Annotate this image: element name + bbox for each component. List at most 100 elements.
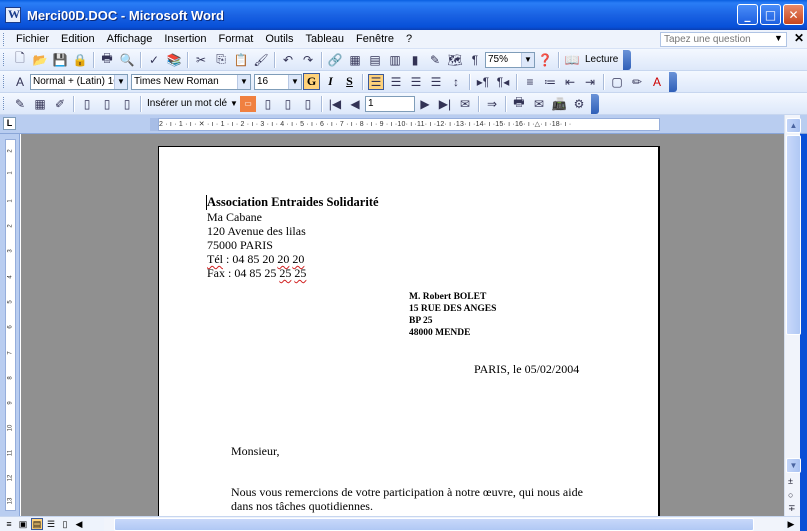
outline-view-icon[interactable]: ☰ xyxy=(45,518,57,530)
chevron-down-icon[interactable]: ▼ xyxy=(521,52,534,67)
reading-mode-icon[interactable]: 📖 xyxy=(564,52,580,68)
rtl-icon[interactable]: ¶◂ xyxy=(495,74,511,90)
insert-excel-icon[interactable]: ▥ xyxy=(387,52,403,68)
numbering-icon[interactable]: ≡ xyxy=(522,74,538,90)
chevron-down-icon[interactable]: ▼ xyxy=(237,74,250,89)
page-setup-icon[interactable]: ▯ xyxy=(99,96,115,112)
bullets-icon[interactable]: ≔ xyxy=(542,74,558,90)
last-page-icon[interactable]: ▶| xyxy=(437,96,453,112)
redo-icon[interactable]: ↷ xyxy=(300,52,316,68)
web-view-icon[interactable]: ▣ xyxy=(17,518,29,530)
reading-mode-button[interactable]: Lecture xyxy=(582,54,621,65)
line-spacing-icon[interactable]: ↕ xyxy=(448,74,464,90)
chevron-down-icon[interactable]: ▼ xyxy=(230,99,238,108)
vertical-ruler[interactable]: 2 1 1 2 3 4 5 6 7 8 9 10 11 12 13 xyxy=(5,139,16,511)
align-center-icon[interactable]: ☰ xyxy=(388,74,404,90)
page-icon[interactable]: ▯ xyxy=(79,96,95,112)
save-icon[interactable]: 💾 xyxy=(52,52,68,68)
draw-icon[interactable]: ✎ xyxy=(12,96,28,112)
toolbar-grip[interactable] xyxy=(3,75,6,88)
insert-autotext-button[interactable]: Insérer un mot clé xyxy=(144,98,230,109)
paste-icon[interactable]: 📋 xyxy=(233,52,249,68)
menu-grip[interactable] xyxy=(3,32,6,46)
font-size-select[interactable]: 16 ▼ xyxy=(254,73,302,90)
chevron-down-icon[interactable]: ▼ xyxy=(114,74,127,89)
edit-icon[interactable]: ✐ xyxy=(52,96,68,112)
show-hide-icon[interactable]: ¶ xyxy=(467,52,483,68)
insert-time-icon[interactable]: ▯ xyxy=(300,96,316,112)
undo-icon[interactable]: ↶ xyxy=(280,52,296,68)
bold-button[interactable]: G xyxy=(303,73,320,90)
drawing-icon[interactable]: ✎ xyxy=(427,52,443,68)
scroll-right-icon[interactable]: ▶ xyxy=(785,518,797,530)
ltr-icon[interactable]: ▸¶ xyxy=(475,74,491,90)
decrease-indent-icon[interactable]: ⇤ xyxy=(562,74,578,90)
insert-date-icon[interactable]: ▯ xyxy=(280,96,296,112)
new-document-icon[interactable]: 🗋 xyxy=(12,51,28,68)
print-preview-icon[interactable]: 🔍 xyxy=(119,52,135,68)
columns-icon[interactable]: ▮ xyxy=(407,52,423,68)
copy-icon[interactable]: ⎘ xyxy=(213,52,229,68)
research-icon[interactable]: 📚 xyxy=(166,52,182,68)
document-area[interactable]: Association Entraides Solidarité Ma Caba… xyxy=(21,134,784,516)
table-icon[interactable]: ▦ xyxy=(32,96,48,112)
reading-view-icon[interactable]: ▯ xyxy=(59,518,71,530)
menu-outils[interactable]: Outils xyxy=(259,33,299,45)
document-page[interactable]: Association Entraides Solidarité Ma Caba… xyxy=(158,146,660,516)
tab-selector-icon[interactable]: L xyxy=(3,117,16,130)
close-document-icon[interactable]: ✕ xyxy=(794,31,804,45)
help-icon[interactable]: ❓ xyxy=(537,52,553,68)
vertical-scrollbar[interactable]: ▲ ▼ ± ○ ∓ xyxy=(784,115,801,516)
format-painter-icon[interactable]: 🖌 xyxy=(253,52,269,68)
horizontal-ruler[interactable]: 2 · ı · 1 · ı · ✕ · ı · 1 · ı · 2 · ı · … xyxy=(158,118,660,131)
merge-email-icon[interactable]: ✉ xyxy=(531,96,547,112)
insert-field-icon[interactable]: ▭ xyxy=(239,95,256,112)
highlight-icon[interactable]: ✏ xyxy=(629,74,645,90)
merge-query-icon[interactable]: ⚙ xyxy=(571,96,587,112)
menu-insertion[interactable]: Insertion xyxy=(158,33,212,45)
normal-view-icon[interactable]: ≡ xyxy=(3,518,15,530)
spelling-icon[interactable]: ✓ xyxy=(146,52,162,68)
mail-merge-icon[interactable]: ✉ xyxy=(457,96,473,112)
toolbar-options-icon[interactable] xyxy=(623,49,632,70)
menu-tableau[interactable]: Tableau xyxy=(300,33,351,45)
maximize-button[interactable]: □ xyxy=(760,4,781,25)
justify-icon[interactable]: ☰ xyxy=(428,74,444,90)
insert-table-icon[interactable]: ▤ xyxy=(367,52,383,68)
border-icon[interactable]: ▢ xyxy=(609,74,625,90)
increase-indent-icon[interactable]: ⇥ xyxy=(582,74,598,90)
toolbar-options-icon[interactable] xyxy=(590,93,599,114)
align-right-icon[interactable]: ☰ xyxy=(408,74,424,90)
menu-fenetre[interactable]: Fenêtre xyxy=(350,33,400,45)
menu-affichage[interactable]: Affichage xyxy=(101,33,159,45)
chevron-down-icon[interactable]: ▼ xyxy=(288,74,301,89)
toolbar-grip[interactable] xyxy=(3,53,6,66)
print-layout-icon[interactable]: ▤ xyxy=(31,518,43,530)
merge-printer-icon[interactable]: 🖶 xyxy=(511,95,527,112)
page-number-input[interactable]: 1 xyxy=(364,95,415,112)
menu-help[interactable]: ? xyxy=(400,33,418,45)
style-select[interactable]: Normal + (Latin) 16 ▼ xyxy=(30,73,128,90)
menu-format[interactable]: Format xyxy=(213,33,260,45)
menu-edition[interactable]: Edition xyxy=(55,33,101,45)
toolbar-grip[interactable] xyxy=(3,97,6,110)
open-folder-icon[interactable]: 📂 xyxy=(32,52,48,68)
font-select[interactable]: Times New Roman ▼ xyxy=(131,73,251,90)
close-button[interactable]: ✕ xyxy=(783,4,804,25)
help-dropdown-icon[interactable]: ▼ xyxy=(774,33,783,43)
minimize-button[interactable]: _ xyxy=(737,4,758,25)
document-map-icon[interactable]: 🗺 xyxy=(447,52,463,68)
horizontal-scrollbar[interactable] xyxy=(104,518,784,531)
zoom-select[interactable]: 75% ▼ xyxy=(485,51,535,68)
scroll-left-icon[interactable]: ◀ xyxy=(73,518,85,530)
help-search-input[interactable]: Tapez une question xyxy=(660,32,787,47)
underline-button[interactable]: S xyxy=(341,73,358,90)
scroll-up-icon[interactable]: ▲ xyxy=(786,118,801,133)
styles-icon[interactable]: A xyxy=(12,74,28,90)
merge-to-document-icon[interactable]: ⇒ xyxy=(484,96,500,112)
print-icon[interactable]: 🖶 xyxy=(99,51,115,68)
word-app-icon[interactable] xyxy=(5,7,21,23)
cut-icon[interactable]: ✂ xyxy=(193,52,209,68)
scroll-down-icon[interactable]: ▼ xyxy=(786,458,801,473)
font-color-icon[interactable]: A xyxy=(649,74,665,90)
